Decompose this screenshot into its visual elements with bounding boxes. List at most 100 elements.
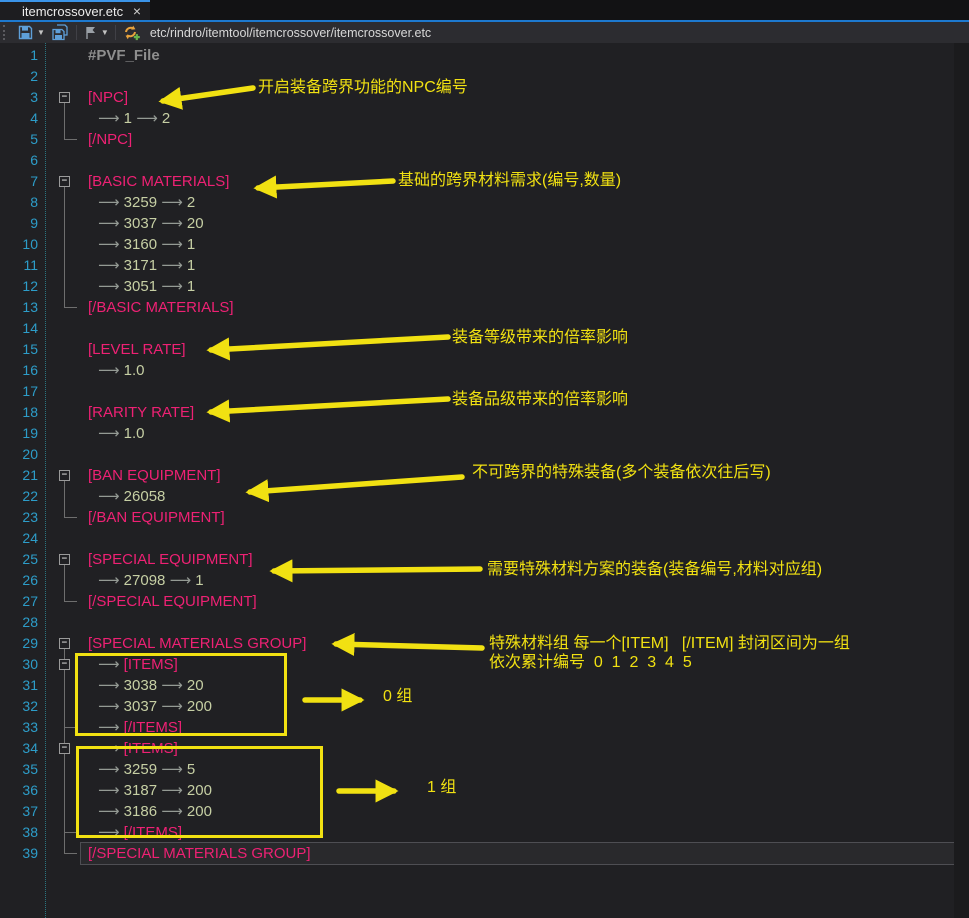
code-token-num: 3259 <box>124 194 162 211</box>
fold-collapse-icon[interactable]: − <box>59 470 70 481</box>
code-line[interactable]: ⟶ 26058 <box>82 486 954 507</box>
code-line[interactable]: [BAN EQUIPMENT] <box>82 465 954 486</box>
fold-cell <box>46 570 82 591</box>
code-token-num: 3051 <box>124 278 162 295</box>
fold-cell[interactable]: − <box>46 549 82 570</box>
save-icon <box>17 24 34 41</box>
fold-cell <box>46 402 82 423</box>
code-line[interactable] <box>82 528 954 549</box>
code-line[interactable] <box>82 444 954 465</box>
toolbar-grip-handle[interactable] <box>3 25 9 40</box>
code-line[interactable]: [SPECIAL MATERIALS GROUP] <box>82 633 954 654</box>
fold-collapse-icon[interactable]: − <box>59 659 70 670</box>
code-token-ar: ⟶ <box>98 782 124 799</box>
code-line[interactable]: ⟶ 3171 ⟶ 1 <box>82 255 954 276</box>
code-line[interactable]: ⟶ 3160 ⟶ 1 <box>82 234 954 255</box>
code-line[interactable]: [RARITY RATE] <box>82 402 954 423</box>
code-editor[interactable]: 1234567891011121314151617181920212223242… <box>0 43 969 918</box>
code-line[interactable]: ⟶ 3259 ⟶ 2 <box>82 192 954 213</box>
code-line[interactable]: ⟶ 3259 ⟶ 5 <box>82 759 954 780</box>
code-line[interactable] <box>82 318 954 339</box>
code-line[interactable]: ⟶ 3187 ⟶ 200 <box>82 780 954 801</box>
fold-cell[interactable]: − <box>46 87 82 108</box>
code-token-num: 1 <box>187 236 195 253</box>
code-line[interactable]: [SPECIAL EQUIPMENT] <box>82 549 954 570</box>
save-all-button[interactable] <box>51 23 70 42</box>
chevron-down-icon[interactable]: ▼ <box>37 28 45 37</box>
code-line[interactable]: ⟶ 3038 ⟶ 20 <box>82 675 954 696</box>
chevron-down-icon[interactable]: ▼ <box>101 28 109 37</box>
fold-collapse-icon[interactable]: − <box>59 743 70 754</box>
code-line[interactable]: ⟶ 3037 ⟶ 200 <box>82 696 954 717</box>
line-number: 3 <box>0 87 45 108</box>
tool-icon <box>83 25 98 41</box>
code-line[interactable] <box>82 150 954 171</box>
code-line[interactable]: ⟶ [ITEMS] <box>82 654 954 675</box>
code-token-num: 1 <box>187 257 195 274</box>
code-line[interactable]: [BASIC MATERIALS] <box>82 171 954 192</box>
line-number: 17 <box>0 381 45 402</box>
fold-cell <box>46 612 82 633</box>
tab-itemcrossover[interactable]: itemcrossover.etc × <box>0 0 150 20</box>
code-token-num: 20 <box>187 215 204 232</box>
code-token-tag: [/SPECIAL MATERIALS GROUP] <box>88 845 311 862</box>
line-number: 32 <box>0 696 45 717</box>
code-line[interactable]: ⟶ 1.0 <box>82 423 954 444</box>
code-line[interactable]: [NPC] <box>82 87 954 108</box>
vertical-scrollbar[interactable] <box>954 43 969 918</box>
code-token-num: 3038 <box>124 677 162 694</box>
code-token-ar: ⟶ <box>98 761 124 778</box>
line-number: 39 <box>0 843 45 864</box>
code-line[interactable]: [/NPC] <box>82 129 954 150</box>
code-line[interactable]: [/BAN EQUIPMENT] <box>82 507 954 528</box>
fold-collapse-icon[interactable]: − <box>59 92 70 103</box>
code-line[interactable]: [LEVEL RATE] <box>82 339 954 360</box>
code-line[interactable]: ⟶ [/ITEMS] <box>82 822 954 843</box>
fold-cell <box>46 780 82 801</box>
fold-cell[interactable]: − <box>46 654 82 675</box>
code-line[interactable]: ⟶ [ITEMS] <box>82 738 954 759</box>
close-icon[interactable]: × <box>133 4 141 18</box>
code-line[interactable]: [/BASIC MATERIALS] <box>82 297 954 318</box>
code-line[interactable]: ⟶ 3051 ⟶ 1 <box>82 276 954 297</box>
code-line[interactable]: [/SPECIAL EQUIPMENT] <box>82 591 954 612</box>
fold-collapse-icon[interactable]: − <box>59 554 70 565</box>
line-number: 10 <box>0 234 45 255</box>
code-line[interactable]: ⟶ [/ITEMS] <box>82 717 954 738</box>
fold-cell[interactable]: − <box>46 738 82 759</box>
code-token-ar: ⟶ <box>98 425 124 442</box>
sync-add-button[interactable] <box>122 23 140 42</box>
fold-cell[interactable]: − <box>46 633 82 654</box>
line-number: 14 <box>0 318 45 339</box>
fold-cell <box>46 528 82 549</box>
fold-cell[interactable]: − <box>46 171 82 192</box>
code-token-ar: ⟶ <box>98 572 124 589</box>
code-token-num: 3259 <box>124 761 162 778</box>
code-line[interactable]: #PVF_File <box>82 45 954 66</box>
code-line[interactable] <box>82 612 954 633</box>
code-token-tag: [NPC] <box>88 89 128 106</box>
line-number: 33 <box>0 717 45 738</box>
code-line[interactable] <box>82 66 954 87</box>
line-number: 27 <box>0 591 45 612</box>
code-line[interactable]: ⟶ 1.0 <box>82 360 954 381</box>
code-line[interactable]: ⟶ 3186 ⟶ 200 <box>82 801 954 822</box>
fold-cell <box>46 318 82 339</box>
tool-button[interactable] <box>83 23 98 42</box>
fold-cell[interactable]: − <box>46 465 82 486</box>
code-line[interactable] <box>82 381 954 402</box>
code-line[interactable]: ⟶ 27098 ⟶ 1 <box>82 570 954 591</box>
fold-collapse-icon[interactable]: − <box>59 638 70 649</box>
line-number: 5 <box>0 129 45 150</box>
fold-collapse-icon[interactable]: − <box>59 176 70 187</box>
code-line[interactable]: ⟶ 3037 ⟶ 20 <box>82 213 954 234</box>
line-number: 18 <box>0 402 45 423</box>
fold-cell <box>46 423 82 444</box>
fold-cell <box>46 696 82 717</box>
code-line[interactable]: [/SPECIAL MATERIALS GROUP] <box>82 843 954 864</box>
line-number: 34 <box>0 738 45 759</box>
save-button[interactable] <box>17 23 34 42</box>
fold-cell <box>46 276 82 297</box>
code-line[interactable]: ⟶ 1 ⟶ 2 <box>82 108 954 129</box>
file-path-breadcrumb[interactable]: etc/rindro/itemtool/itemcrossover/itemcr… <box>150 26 431 40</box>
